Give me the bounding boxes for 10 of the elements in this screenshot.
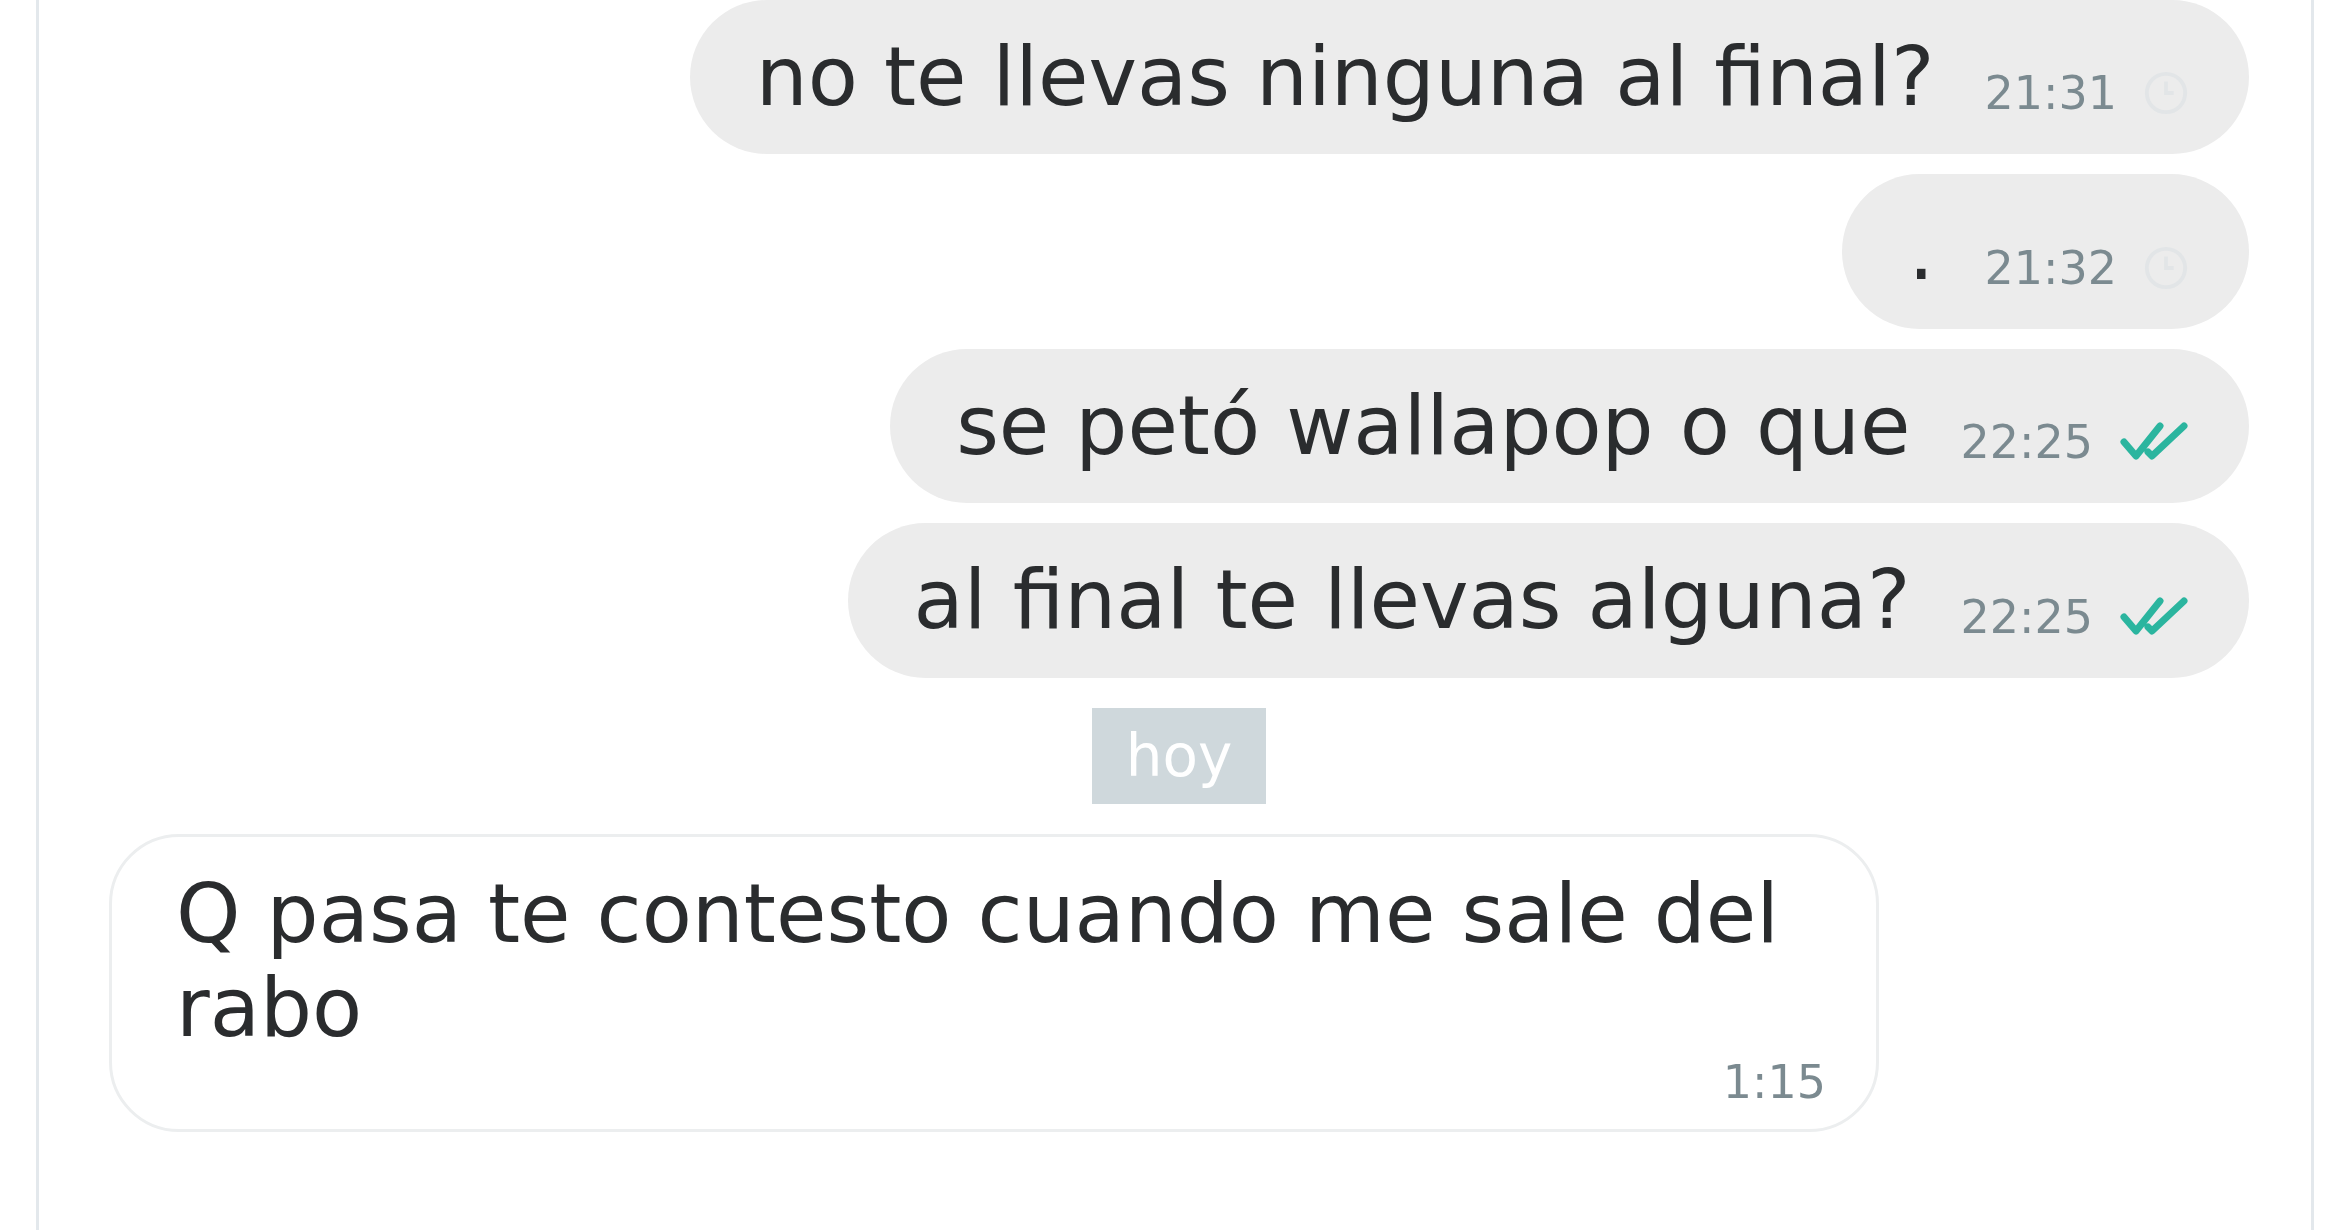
message-time: 1:15 [1722,1055,1826,1110]
message-time: 21:31 [1984,66,2117,121]
message-time: 21:32 [1984,240,2117,295]
message-time: 22:25 [1960,415,2093,470]
message-text: se petó wallapop o que [956,376,1911,475]
message-text: Q pasa te contesto cuando me sale del rabo [176,866,1781,1056]
message-text: . [1908,202,1935,301]
message-time: 22:25 [1960,589,2093,644]
message-text: no te llevas ninguna al final? [755,28,1935,126]
message-text: al final te llevas alguna? [913,551,1911,650]
